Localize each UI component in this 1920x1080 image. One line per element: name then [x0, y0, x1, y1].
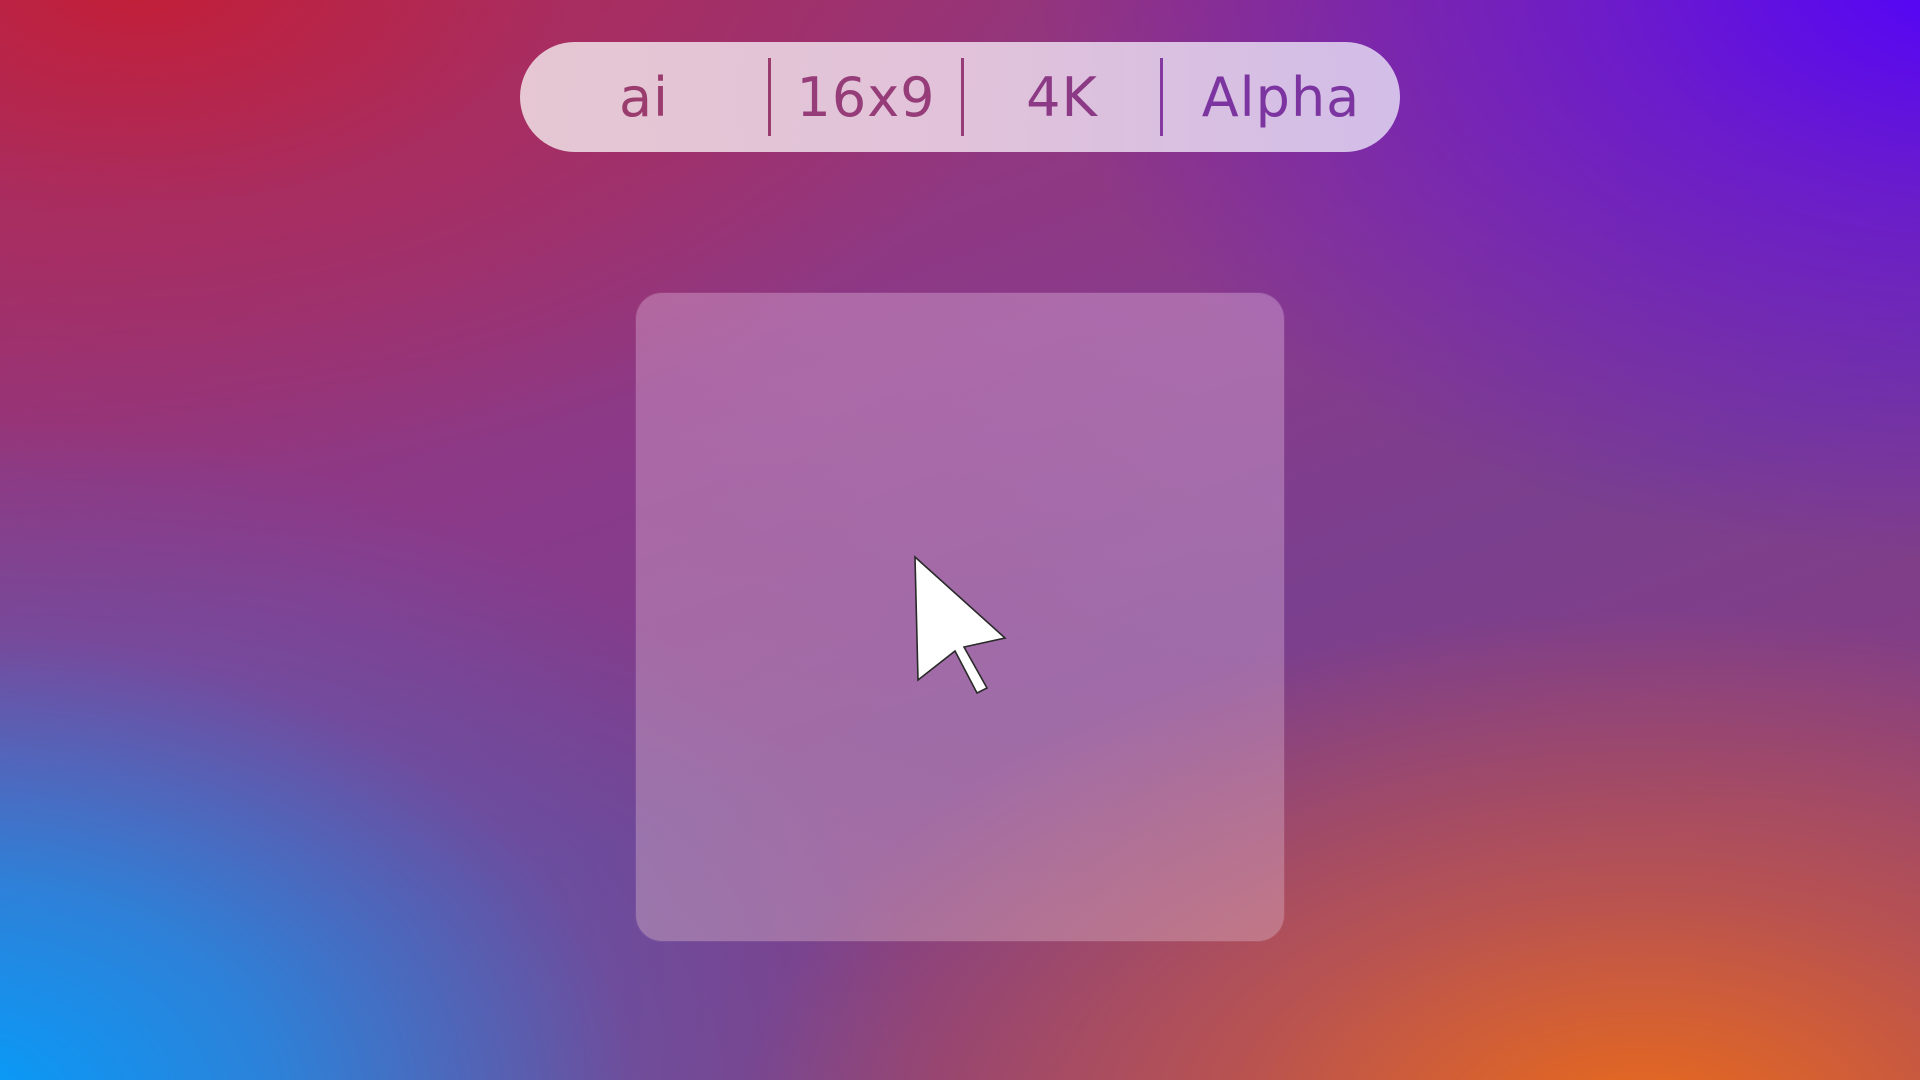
toolbar-item-alpha[interactable]: Alpha [1163, 42, 1399, 152]
arrow-pointer-icon [914, 555, 1007, 694]
toolbar-item-ai[interactable]: ai [520, 42, 768, 152]
toolbar-item-aspect-ratio[interactable]: 16x9 [771, 42, 961, 152]
toolbar-item-label: Alpha [1201, 65, 1361, 129]
toolbar-item-label: 16x9 [796, 65, 936, 129]
format-toolbar: ai 16x9 4K Alpha [520, 42, 1400, 152]
toolbar-item-label: ai [618, 65, 670, 129]
toolbar-item-resolution[interactable]: 4K [964, 42, 1160, 152]
toolbar-item-label: 4K [1026, 65, 1098, 129]
